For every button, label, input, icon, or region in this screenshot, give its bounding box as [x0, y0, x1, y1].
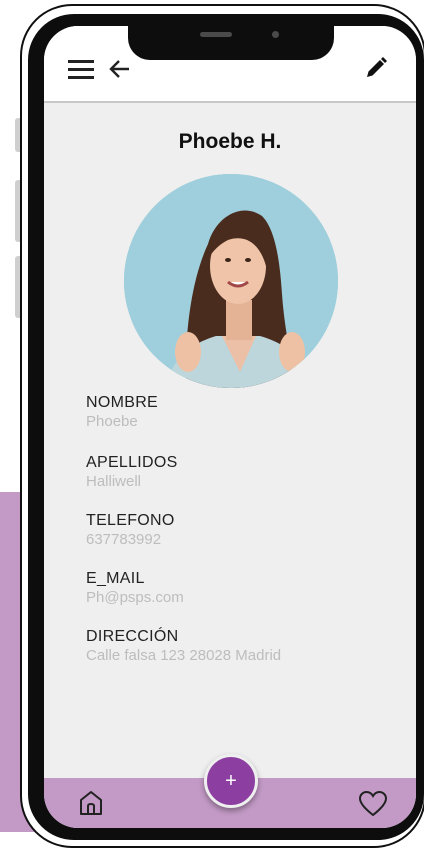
pencil-icon[interactable]: [362, 54, 390, 82]
field-apellidos: APELLIDOS Halliwell: [86, 454, 178, 490]
field-email: E_MAIL Ph@psps.com: [86, 570, 184, 606]
field-label: TELEFONO: [86, 512, 175, 529]
field-label: DIRECCIÓN: [86, 628, 179, 645]
home-icon[interactable]: [74, 786, 108, 820]
field-value: Calle falsa 123 28028 Madrid: [86, 647, 282, 664]
hamburger-menu-icon[interactable]: [66, 56, 98, 82]
field-label: E_MAIL: [86, 570, 145, 587]
field-value: Ph@psps.com: [86, 589, 184, 606]
phone-notch: [128, 26, 334, 60]
app-screen: Phoebe H. NOMBRE Phoebe APELLIDOS Halliw…: [44, 26, 416, 828]
field-value: Phoebe: [86, 413, 138, 430]
app-bar: [44, 26, 416, 103]
field-label: APELLIDOS: [86, 454, 178, 471]
arrow-left-icon[interactable]: [106, 56, 134, 82]
speaker-grill: [200, 32, 232, 37]
field-nombre: NOMBRE Phoebe: [86, 394, 158, 430]
field-label: NOMBRE: [86, 394, 159, 411]
front-camera: [272, 31, 279, 38]
field-value: Halliwell: [86, 473, 142, 490]
field-telefono: TELEFONO 637783992: [86, 512, 175, 548]
profile-name: Phoebe H.: [178, 130, 282, 153]
add-button[interactable]: +: [204, 754, 258, 808]
profile-photo: [124, 174, 338, 388]
field-direccion: DIRECCIÓN Calle falsa 123 28028 Madrid: [86, 628, 281, 664]
heart-icon[interactable]: [356, 788, 390, 820]
field-value: 637783992: [86, 531, 162, 548]
